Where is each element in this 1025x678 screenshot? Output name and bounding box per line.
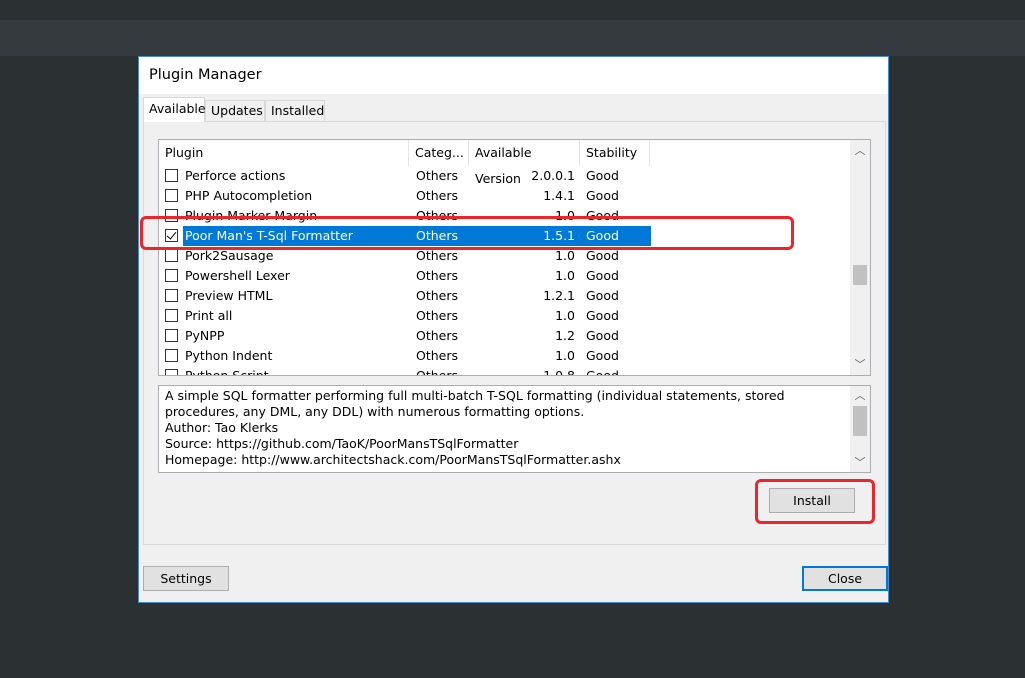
plugin-stability: Good: [586, 188, 619, 203]
plugin-stability: Good: [586, 328, 619, 343]
description-author: Author: Tao Klerks: [165, 420, 279, 435]
plugin-category: Others: [416, 288, 459, 303]
close-button[interactable]: Close: [802, 566, 888, 591]
list-scrollbar[interactable]: ︿ ﹀: [850, 140, 870, 375]
plugin-category: Others: [416, 168, 459, 183]
plugin-name: Preview HTML: [185, 288, 273, 303]
plugin-category: Others: [416, 348, 459, 363]
plugin-category: Others: [416, 188, 459, 203]
plugin-version: 1.0: [555, 248, 575, 263]
column-header-version[interactable]: Available Version: [469, 140, 580, 186]
checkbox-icon[interactable]: [165, 329, 178, 342]
table-row[interactable]: Python Indent Others 1.0 Good: [159, 346, 851, 366]
settings-button[interactable]: Settings: [143, 566, 229, 591]
plugin-stability: Good: [586, 228, 619, 243]
table-row[interactable]: PHP Autocompletion Others 1.4.1 Good: [159, 186, 851, 206]
description-homepage: Homepage: http://www.architectshack.com/…: [165, 452, 621, 467]
chevron-up-icon[interactable]: ︿: [850, 387, 870, 404]
plugin-version: 1.0: [555, 208, 575, 223]
available-tab-panel: Plugin Categ... Available Version Stabil…: [143, 121, 886, 545]
background-band: [0, 20, 1025, 56]
plugin-version: 1.0.8: [543, 368, 575, 376]
plugin-name: Python Indent: [185, 348, 273, 363]
description-summary: A simple SQL formatter performing full m…: [165, 388, 785, 419]
plugin-stability: Good: [586, 288, 619, 303]
table-row[interactable]: PyNPP Others 1.2 Good: [159, 326, 851, 346]
plugin-name: Python Script: [185, 368, 269, 376]
plugin-name: Powershell Lexer: [185, 268, 290, 283]
table-row[interactable]: Perforce actions Others 2.0.0.1 Good: [159, 166, 851, 186]
table-row[interactable]: Pork2Sausage Others 1.0 Good: [159, 246, 851, 266]
plugin-stability: Good: [586, 368, 619, 376]
plugin-category: Others: [416, 328, 459, 343]
plugin-stability: Good: [586, 248, 619, 263]
plugin-name: Perforce actions: [185, 168, 286, 183]
checkbox-icon[interactable]: [165, 189, 178, 202]
checkbox-icon[interactable]: [165, 229, 178, 242]
column-header-plugin[interactable]: Plugin: [159, 140, 409, 166]
chevron-up-icon[interactable]: ︿: [850, 142, 870, 159]
checkbox-icon[interactable]: [165, 169, 178, 182]
title-bar[interactable]: Plugin Manager: [139, 57, 888, 94]
checkbox-icon[interactable]: [165, 289, 178, 302]
description-scrollbar[interactable]: ︿ ﹀: [850, 386, 870, 472]
plugin-name: PHP Autocompletion: [185, 188, 313, 203]
tab-updates[interactable]: Updates: [205, 100, 265, 121]
plugin-stability: Good: [586, 268, 619, 283]
description-source: Source: https://github.com/TaoK/PoorMans…: [165, 436, 519, 451]
plugin-category: Others: [416, 208, 459, 223]
scrollbar-thumb[interactable]: [853, 265, 867, 285]
plugin-version: 1.2.1: [543, 288, 575, 303]
plugin-version: 1.5.1: [543, 228, 575, 243]
plugin-name: Poor Man's T-Sql Formatter: [185, 228, 353, 243]
table-row[interactable]: Python Script Others 1.0.8 Good: [159, 366, 851, 376]
scrollbar-thumb[interactable]: [853, 406, 867, 436]
plugin-name: Print all: [185, 308, 233, 323]
list-header: Plugin Categ... Available Version Stabil…: [159, 140, 851, 186]
column-header-stability[interactable]: Stability: [580, 140, 650, 166]
checkbox-icon[interactable]: [165, 369, 178, 375]
column-header-category[interactable]: Categ...: [409, 140, 469, 166]
chevron-down-icon[interactable]: ﹀: [850, 356, 870, 373]
plugin-stability: Good: [586, 208, 619, 223]
plugin-category: Others: [416, 248, 459, 263]
plugin-version: 1.4.1: [543, 188, 575, 203]
plugin-description: A simple SQL formatter performing full m…: [158, 385, 871, 473]
tab-available[interactable]: Available: [143, 97, 206, 122]
plugin-category: Others: [416, 368, 459, 376]
chevron-down-icon[interactable]: ﹀: [850, 454, 870, 471]
plugin-category: Others: [416, 268, 459, 283]
plugin-category: Others: [416, 228, 459, 243]
tab-installed[interactable]: Installed: [265, 100, 325, 121]
plugin-version: 2.0.0.1: [531, 168, 575, 183]
plugin-stability: Good: [586, 168, 619, 183]
plugin-name: Plugin Marker Margin: [185, 208, 318, 223]
table-row[interactable]: Print all Others 1.0 Good: [159, 306, 851, 326]
plugin-name: Pork2Sausage: [185, 248, 274, 263]
plugin-list[interactable]: Plugin Categ... Available Version Stabil…: [158, 139, 871, 376]
plugin-version: 1.0: [555, 348, 575, 363]
checkbox-icon[interactable]: [165, 349, 178, 362]
checkbox-icon[interactable]: [165, 269, 178, 282]
checkbox-icon[interactable]: [165, 249, 178, 262]
plugin-version: 1.2: [555, 328, 575, 343]
dialog-title: Plugin Manager: [149, 67, 262, 83]
table-row[interactable]: Powershell Lexer Others 1.0 Good: [159, 266, 851, 286]
plugin-category: Others: [416, 308, 459, 323]
plugin-version: 1.0: [555, 308, 575, 323]
checkbox-icon[interactable]: [165, 209, 178, 222]
plugin-version: 1.0: [555, 268, 575, 283]
plugin-stability: Good: [586, 308, 619, 323]
plugin-manager-dialog: Plugin Manager Available Updates Install…: [138, 56, 889, 603]
plugin-name: PyNPP: [185, 328, 225, 343]
plugin-stability: Good: [586, 348, 619, 363]
table-row[interactable]: Poor Man's T-Sql Formatter Others 1.5.1 Goo…: [159, 226, 851, 246]
checkbox-icon[interactable]: [165, 309, 178, 322]
install-button[interactable]: Install: [769, 488, 855, 513]
table-row[interactable]: Plugin Marker Margin Others 1.0 Good: [159, 206, 851, 226]
table-row[interactable]: Preview HTML Others 1.2.1 Good: [159, 286, 851, 306]
